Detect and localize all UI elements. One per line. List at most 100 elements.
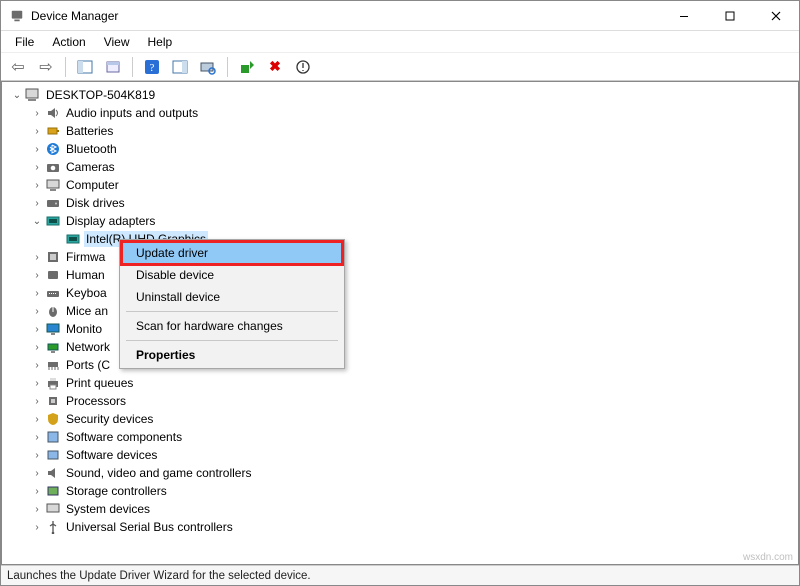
tree-root[interactable]: ⌄ DESKTOP-504K819 <box>10 86 798 104</box>
help-toolbar-button[interactable]: ? <box>141 56 163 78</box>
expand-icon[interactable]: › <box>30 414 44 425</box>
expand-icon[interactable]: › <box>30 324 44 335</box>
tree-node-audio[interactable]: › Audio inputs and outputs <box>10 104 798 122</box>
battery-icon <box>44 123 62 139</box>
tree-node-batteries[interactable]: › Batteries <box>10 122 798 140</box>
tree-node-label: Sound, video and game controllers <box>64 465 253 481</box>
display-adapter-icon <box>64 231 82 247</box>
toolbar-separator <box>65 57 66 77</box>
context-menu-properties[interactable]: Properties <box>122 344 342 366</box>
tree-node-bluetooth[interactable]: › Bluetooth <box>10 140 798 158</box>
keyboard-icon <box>44 285 62 301</box>
maximize-button[interactable] <box>707 1 753 30</box>
expand-icon[interactable]: › <box>30 288 44 299</box>
tree-node-label: Batteries <box>64 123 115 139</box>
forward-button[interactable] <box>35 56 57 78</box>
expand-icon[interactable]: › <box>30 108 44 119</box>
menu-file[interactable]: File <box>7 33 42 51</box>
expand-icon[interactable]: › <box>30 396 44 407</box>
display-adapter-icon <box>44 213 62 229</box>
tree-node-label: Cameras <box>64 159 117 175</box>
context-menu-uninstall-device[interactable]: Uninstall device <box>122 286 342 308</box>
properties-toolbar-button[interactable] <box>102 56 124 78</box>
tree-node-label: Audio inputs and outputs <box>64 105 200 121</box>
tree-node-label: Software components <box>64 429 184 445</box>
toolbar: ? ✖ <box>1 53 799 81</box>
collapse-icon[interactable]: ⌄ <box>10 90 24 101</box>
expand-icon[interactable]: › <box>30 144 44 155</box>
expand-icon[interactable]: › <box>30 162 44 173</box>
scan-hardware-toolbar-button[interactable] <box>197 56 219 78</box>
tree-node-computer[interactable]: › Computer <box>10 176 798 194</box>
disable-device-toolbar-button[interactable]: ✖ <box>264 56 286 78</box>
storage-icon <box>44 483 62 499</box>
monitor-icon <box>44 321 62 337</box>
tree-node-processors[interactable]: › Processors <box>10 392 798 410</box>
security-icon <box>44 411 62 427</box>
tree-node-label: Monito <box>64 321 104 337</box>
context-menu-separator <box>126 340 338 341</box>
tree-node-storage[interactable]: › Storage controllers <box>10 482 798 500</box>
statusbar: Launches the Update Driver Wizard for th… <box>1 565 799 585</box>
expand-icon[interactable]: › <box>30 432 44 443</box>
tree-node-label: Computer <box>64 177 121 193</box>
expand-icon[interactable]: › <box>30 180 44 191</box>
action-pane-toolbar-button[interactable] <box>169 56 191 78</box>
context-menu-item-label: Uninstall device <box>136 290 220 304</box>
tree-node-system[interactable]: › System devices <box>10 500 798 518</box>
expand-icon[interactable]: › <box>30 504 44 515</box>
minimize-button[interactable] <box>661 1 707 30</box>
printer-icon <box>44 375 62 391</box>
expand-icon[interactable]: › <box>30 270 44 281</box>
expand-icon[interactable]: › <box>30 252 44 263</box>
tree-node-cameras[interactable]: › Cameras <box>10 158 798 176</box>
tree-node-swdevices[interactable]: › Software devices <box>10 446 798 464</box>
menu-view[interactable]: View <box>96 33 138 51</box>
tree-node-swcomponents[interactable]: › Software components <box>10 428 798 446</box>
tree-node-label: Network <box>64 339 112 355</box>
expand-icon[interactable]: › <box>30 450 44 461</box>
update-driver-toolbar-button[interactable] <box>236 56 258 78</box>
network-icon <box>44 339 62 355</box>
expand-icon[interactable]: › <box>30 360 44 371</box>
hid-icon <box>44 267 62 283</box>
expand-icon[interactable]: › <box>30 198 44 209</box>
expand-icon[interactable]: › <box>30 306 44 317</box>
expand-icon[interactable]: › <box>30 486 44 497</box>
tree-node-printqueues[interactable]: › Print queues <box>10 374 798 392</box>
tree-node-usb[interactable]: › Universal Serial Bus controllers <box>10 518 798 536</box>
context-menu-item-label: Scan for hardware changes <box>136 319 283 333</box>
audio-icon <box>44 105 62 121</box>
tree-node-label: System devices <box>64 501 152 517</box>
firmware-icon <box>44 249 62 265</box>
window-controls <box>661 1 799 30</box>
expand-icon[interactable]: › <box>30 126 44 137</box>
close-button[interactable] <box>753 1 799 30</box>
uninstall-device-toolbar-button[interactable] <box>292 56 314 78</box>
tree-node-label: Security devices <box>64 411 155 427</box>
tree-node-label: Print queues <box>64 375 135 391</box>
collapse-icon[interactable]: ⌄ <box>30 216 44 227</box>
back-button[interactable] <box>7 56 29 78</box>
tree-node-displayadapters[interactable]: ⌄ Display adapters <box>10 212 798 230</box>
tree-node-sound[interactable]: › Sound, video and game controllers <box>10 464 798 482</box>
show-hide-console-tree-button[interactable] <box>74 56 96 78</box>
computer-icon <box>24 87 42 103</box>
menu-help[interactable]: Help <box>140 33 181 51</box>
menu-action[interactable]: Action <box>44 33 93 51</box>
tree-node-label: Disk drives <box>64 195 127 211</box>
expand-icon[interactable]: › <box>30 378 44 389</box>
tree-node-label: Software devices <box>64 447 159 463</box>
expand-icon[interactable]: › <box>30 342 44 353</box>
tree-node-security[interactable]: › Security devices <box>10 410 798 428</box>
toolbar-separator <box>132 57 133 77</box>
context-menu-update-driver[interactable]: Update driver <box>122 242 342 264</box>
usb-icon <box>44 519 62 535</box>
context-menu-disable-device[interactable]: Disable device <box>122 264 342 286</box>
tree-node-diskdrives[interactable]: › Disk drives <box>10 194 798 212</box>
expand-icon[interactable]: › <box>30 522 44 533</box>
context-menu-scan-hardware[interactable]: Scan for hardware changes <box>122 315 342 337</box>
system-device-icon <box>44 501 62 517</box>
device-tree[interactable]: ⌄ DESKTOP-504K819 › Audio inputs and out… <box>1 81 799 565</box>
expand-icon[interactable]: › <box>30 468 44 479</box>
